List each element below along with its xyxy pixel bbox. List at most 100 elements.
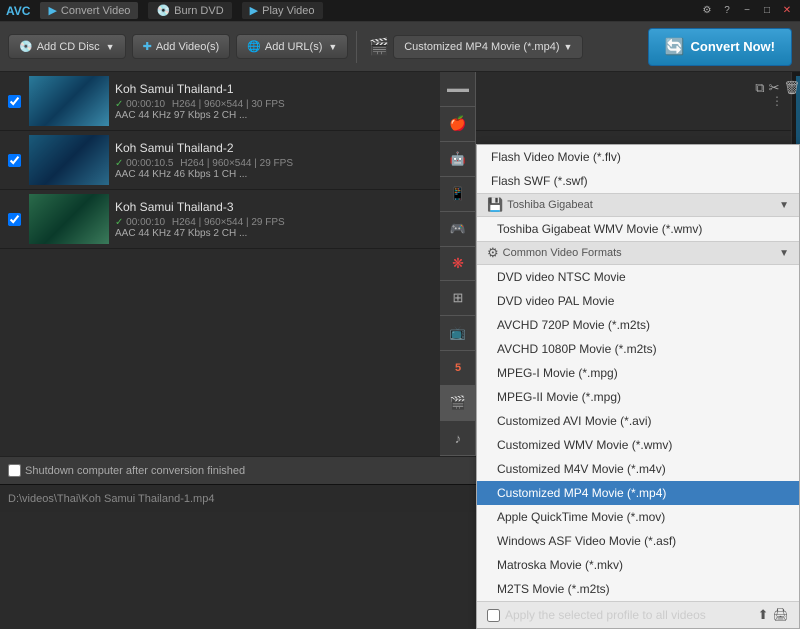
format-item-mp4[interactable]: Customized MP4 Movie (*.mp4) [477, 481, 799, 505]
format-item-swf[interactable]: Flash SWF (*.swf) [477, 169, 799, 193]
video-duration-val: 00:00:10 [126, 99, 165, 110]
video-codec: H264 | 960×544 | 29 FPS [180, 158, 293, 169]
format-item-dvd-pal[interactable]: DVD video PAL Movie [477, 289, 799, 313]
video-item-options[interactable]: ⋮ [771, 94, 783, 108]
settings-icon[interactable]: ⚙ [700, 4, 714, 18]
tab-convert-video[interactable]: ▶ Convert Video [40, 2, 138, 19]
video-thumbnail [29, 194, 109, 244]
format-item-m4v[interactable]: Customized M4V Movie (*.m4v) [477, 457, 799, 481]
apply-all-checkbox[interactable] [487, 609, 500, 622]
scissors-icon[interactable]: ✂ [769, 80, 780, 96]
add-url-label: Add URL(s) [265, 41, 322, 53]
video-duration-icon: ✓ [115, 158, 126, 169]
shutdown-checkbox[interactable] [8, 464, 21, 477]
close-button[interactable]: ✕ [780, 4, 794, 18]
add-videos-button[interactable]: ✚ Add Video(s) [132, 34, 231, 59]
sidebar-item-game[interactable]: 🎮 [440, 212, 476, 247]
format-item-wmv[interactable]: Customized WMV Movie (*.wmv) [477, 433, 799, 457]
video-codec: H264 | 960×544 | 30 FPS [172, 99, 285, 110]
video-item-checkbox[interactable] [8, 213, 21, 226]
url-chevron[interactable]: ▼ [328, 42, 337, 52]
format-selector-chevron: ▼ [564, 42, 573, 52]
format-item-avi-label: Customized AVI Movie (*.avi) [497, 414, 652, 428]
format-item-dvd-pal-label: DVD video PAL Movie [497, 294, 614, 308]
video-thumbnail [29, 76, 109, 126]
sidebar-item-apple[interactable]: 🍎 [440, 107, 476, 142]
section-common-video-label: Common Video Formats [503, 247, 622, 259]
title-bar: AVC ▶ Convert Video 💿 Burn DVD ▶ Play Vi… [0, 0, 800, 22]
convert-now-button[interactable]: 🔄 Convert Now! [648, 28, 792, 66]
sidebar-item-huawei[interactable]: ❋ [440, 247, 476, 282]
sidebar-item-music[interactable]: ♪ [440, 421, 476, 456]
video-item-checkbox[interactable] [8, 154, 21, 167]
sidebar-item-windows[interactable]: ⊞ [440, 281, 476, 316]
format-dropdown: Flash Video Movie (*.flv) Flash SWF (*.s… [476, 144, 800, 629]
format-item-toshiba-wmv[interactable]: Toshiba Gigabeat WMV Movie (*.wmv) [477, 217, 799, 241]
shutdown-label: Shutdown computer after conversion finis… [25, 465, 245, 477]
format-item-flv-label: Flash Video Movie (*.flv) [491, 150, 621, 164]
tab-burn-dvd-label: Burn DVD [174, 5, 224, 17]
section-toshiba[interactable]: 💾 Toshiba Gigabeat ▼ [477, 193, 799, 217]
sidebar-item-film[interactable]: 🎬 [440, 386, 476, 421]
output-path: D:\videos\Thai\Koh Samui Thailand-1.mp4 [8, 493, 214, 505]
format-item-wmv-label: Customized WMV Movie (*.wmv) [497, 438, 672, 452]
sidebar-item-general[interactable]: ▬▬ [440, 72, 476, 107]
format-item-avchd-720-label: AVCHD 720P Movie (*.m2ts) [497, 318, 650, 332]
format-item-mkv[interactable]: Matroska Movie (*.mkv) [477, 553, 799, 577]
tab-play-video-label: Play Video [262, 5, 314, 17]
convert-now-label: Convert Now! [691, 39, 776, 54]
common-video-chevron: ▼ [779, 248, 789, 259]
video-item[interactable]: Koh Samui Thailand-1 ✓ 00:00:10 H264 | 9… [0, 72, 791, 131]
format-item-asf[interactable]: Windows ASF Video Movie (*.asf) [477, 529, 799, 553]
toolbar-separator [356, 31, 357, 63]
help-icon[interactable]: ? [720, 4, 734, 18]
format-item-mp4-label: Customized MP4 Movie (*.mp4) [497, 486, 666, 500]
format-item-avchd-720[interactable]: AVCHD 720P Movie (*.m2ts) [477, 313, 799, 337]
format-item-avchd-1080[interactable]: AVCHD 1080P Movie (*.m2ts) [477, 337, 799, 361]
video-duration-val: 00:00:10 [126, 217, 165, 228]
video-thumbnail [29, 135, 109, 185]
import-icon[interactable]: ⬆ [758, 607, 769, 623]
format-item-avi[interactable]: Customized AVI Movie (*.avi) [477, 409, 799, 433]
format-item-mpeg1[interactable]: MPEG-I Movie (*.mpg) [477, 361, 799, 385]
format-item-dvd-ntsc[interactable]: DVD video NTSC Movie [477, 265, 799, 289]
export-icon[interactable]: 🖨 [772, 607, 789, 623]
format-item-mov[interactable]: Apple QuickTime Movie (*.mov) [477, 505, 799, 529]
format-item-mpeg2[interactable]: MPEG-II Movie (*.mpg) [477, 385, 799, 409]
video-codec: H264 | 960×544 | 29 FPS [172, 217, 285, 228]
refresh-icon: 🔄 [665, 37, 685, 57]
sidebar-item-html5[interactable]: 5 [440, 351, 476, 386]
format-item-toshiba-wmv-label: Toshiba Gigabeat WMV Movie (*.wmv) [497, 222, 702, 236]
toshiba-chevron: ▼ [779, 200, 789, 211]
format-item-dvd-ntsc-label: DVD video NTSC Movie [497, 270, 626, 284]
copy-icon[interactable]: ⧉ [755, 80, 764, 96]
sidebar-item-android[interactable]: 🤖 [440, 142, 476, 177]
format-item-flv[interactable]: Flash Video Movie (*.flv) [477, 145, 799, 169]
format-selector[interactable]: Customized MP4 Movie (*.mp4) ▼ [393, 35, 583, 59]
add-cd-chevron[interactable]: ▼ [106, 42, 115, 52]
tab-play-video[interactable]: ▶ Play Video [242, 2, 323, 19]
section-common-video[interactable]: ⚙ Common Video Formats ▼ [477, 241, 799, 265]
maximize-button[interactable]: □ [760, 4, 774, 18]
format-item-m2ts-label: M2TS Movie (*.m2ts) [497, 582, 610, 596]
format-item-m4v-label: Customized M4V Movie (*.m4v) [497, 462, 666, 476]
url-icon: 🌐 [247, 40, 261, 53]
video-item-checkbox[interactable] [8, 95, 21, 108]
video-duration-val: 00:00:10.5 [126, 158, 173, 169]
format-item-mpeg1-label: MPEG-I Movie (*.mpg) [497, 366, 618, 380]
cd-icon: 💿 [19, 40, 33, 53]
add-url-button[interactable]: 🌐 Add URL(s) ▼ [236, 34, 348, 59]
tab-burn-dvd[interactable]: 💿 Burn DVD [148, 2, 231, 19]
video-duration: ✓ [115, 99, 126, 110]
delete-icon[interactable]: 🗑 [783, 80, 800, 96]
add-cd-disc-label: Add CD Disc [37, 41, 100, 53]
section-toshiba-label: Toshiba Gigabeat [507, 199, 593, 211]
shutdown-option[interactable]: Shutdown computer after conversion finis… [8, 464, 245, 477]
sidebar-item-tv[interactable]: 📺 [440, 316, 476, 351]
add-cd-disc-button[interactable]: 💿 Add CD Disc ▼ [8, 34, 126, 59]
sidebar-item-mobile[interactable]: 📱 [440, 177, 476, 212]
format-item-mkv-label: Matroska Movie (*.mkv) [497, 558, 623, 572]
format-item-swf-label: Flash SWF (*.swf) [491, 174, 588, 188]
format-item-m2ts[interactable]: M2TS Movie (*.m2ts) [477, 577, 799, 601]
minimize-button[interactable]: − [740, 4, 754, 18]
